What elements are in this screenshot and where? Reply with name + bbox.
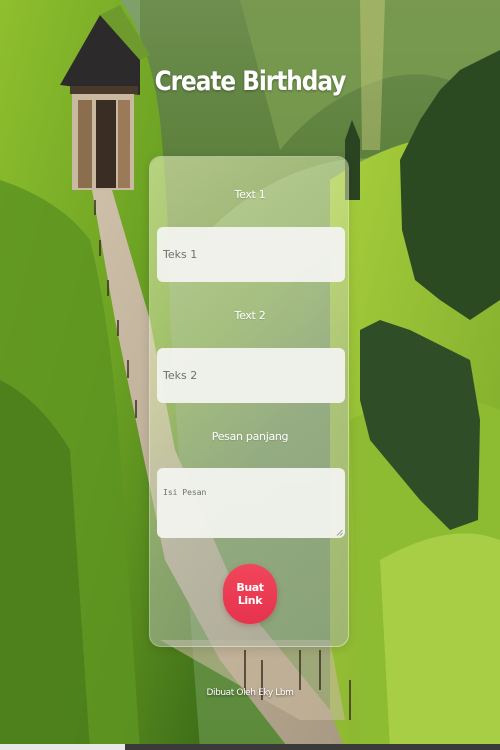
page-title: Create Birthday [154,66,347,97]
text2-input[interactable] [157,348,345,403]
text1-label: Text 1 [234,188,266,201]
resize-grip-icon[interactable] [336,529,343,536]
horizontal-scrollbar[interactable] [0,744,500,750]
footer-credit: Dibuat Oleh Eky Lbm [206,688,294,698]
create-link-button[interactable]: Buat Link [223,564,277,624]
scrollbar-thumb[interactable] [0,744,125,750]
birthday-form-card: Text 1 Text 2 Pesan panjang Buat Link [149,156,349,647]
message-label: Pesan panjang [211,430,289,443]
text1-input[interactable] [157,227,345,282]
message-textarea[interactable] [157,468,345,538]
text2-label: Text 2 [234,309,266,322]
